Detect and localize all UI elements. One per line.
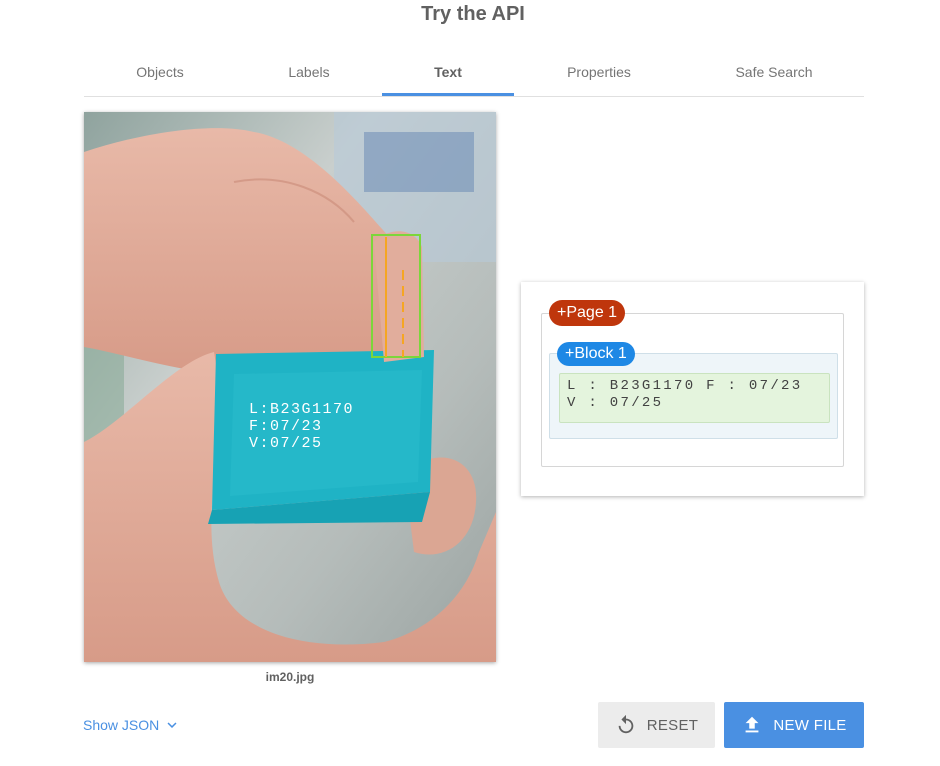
new-file-label: NEW FILE (773, 716, 847, 734)
paragraph-text[interactable]: L : B23G1170 F : 07/23 V : 07/25 (559, 373, 830, 423)
reset-label: RESET (646, 716, 699, 734)
tab-bar: Objects Labels Text Properties Safe Sear… (84, 56, 864, 97)
tab-text[interactable]: Text (382, 56, 514, 96)
text-result-card: L : B23G1170 F : 07/23 V : 07/25 +Page 1… (521, 282, 864, 496)
box-text-line-2: F:07/23 (249, 418, 323, 435)
upload-icon (745, 716, 759, 733)
uploaded-image: L:B23G1170 F:07/23 V:07/25 (84, 112, 496, 662)
box-text-line-3: V:07/25 (249, 435, 323, 452)
image-filename: im20.jpg (265, 670, 315, 684)
reset-button[interactable]: RESET (598, 702, 715, 748)
page-container: L : B23G1170 F : 07/23 V : 07/25 (541, 313, 844, 467)
show-json-toggle[interactable]: Show JSON (83, 716, 181, 734)
show-json-label: Show JSON (83, 717, 160, 733)
tab-objects[interactable]: Objects (84, 56, 236, 96)
chevron-down-icon (167, 722, 177, 728)
photo-scene: L:B23G1170 F:07/23 V:07/25 (84, 112, 496, 662)
tab-properties[interactable]: Properties (514, 56, 684, 96)
tab-safe-search[interactable]: Safe Search (684, 56, 864, 96)
block-chip[interactable]: +Block 1 (557, 342, 635, 366)
tab-labels[interactable]: Labels (236, 56, 382, 96)
reset-icon (618, 714, 634, 734)
new-file-button[interactable]: NEW FILE (724, 702, 864, 748)
box-text-line-1: L:B23G1170 (249, 401, 354, 418)
page-chip[interactable]: +Page 1 (549, 300, 626, 326)
page-title: Try the API (421, 3, 525, 25)
shelf-blur (364, 132, 474, 192)
